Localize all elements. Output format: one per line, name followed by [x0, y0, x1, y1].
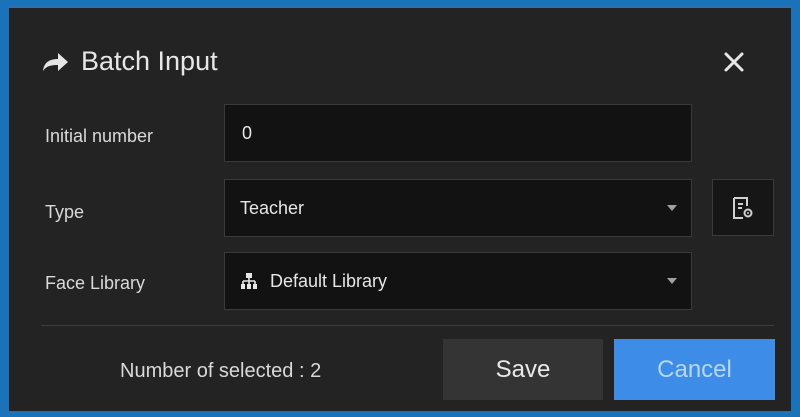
type-settings-button[interactable] [712, 179, 774, 236]
batch-input-dialog: Batch Input Initial number Type Teacher … [9, 6, 791, 411]
face-library-label: Face Library [45, 273, 146, 293]
chevron-down-icon [667, 205, 677, 211]
selected-count-text: Number of selected : 2 [120, 360, 322, 382]
type-label: Type [45, 202, 85, 222]
initial-number-field[interactable] [224, 104, 692, 162]
close-icon[interactable] [723, 51, 745, 73]
document-settings-icon [733, 196, 753, 219]
initial-number-input[interactable] [240, 121, 664, 145]
dialog-header: Batch Input [41, 46, 218, 77]
footer-divider [41, 325, 774, 326]
share-arrow-icon [43, 52, 68, 71]
cancel-button[interactable]: Cancel [614, 339, 775, 400]
type-select[interactable]: Teacher [224, 179, 692, 237]
save-button[interactable]: Save [443, 339, 603, 400]
dialog-title: Batch Input [81, 46, 218, 76]
chevron-down-icon [667, 278, 677, 284]
tree-structure-icon [241, 273, 257, 289]
initial-number-label: Initial number [45, 126, 154, 146]
face-library-select[interactable]: Default Library [224, 252, 692, 310]
face-library-selected-value: Default Library [270, 270, 388, 291]
type-selected-value: Teacher [240, 197, 305, 218]
